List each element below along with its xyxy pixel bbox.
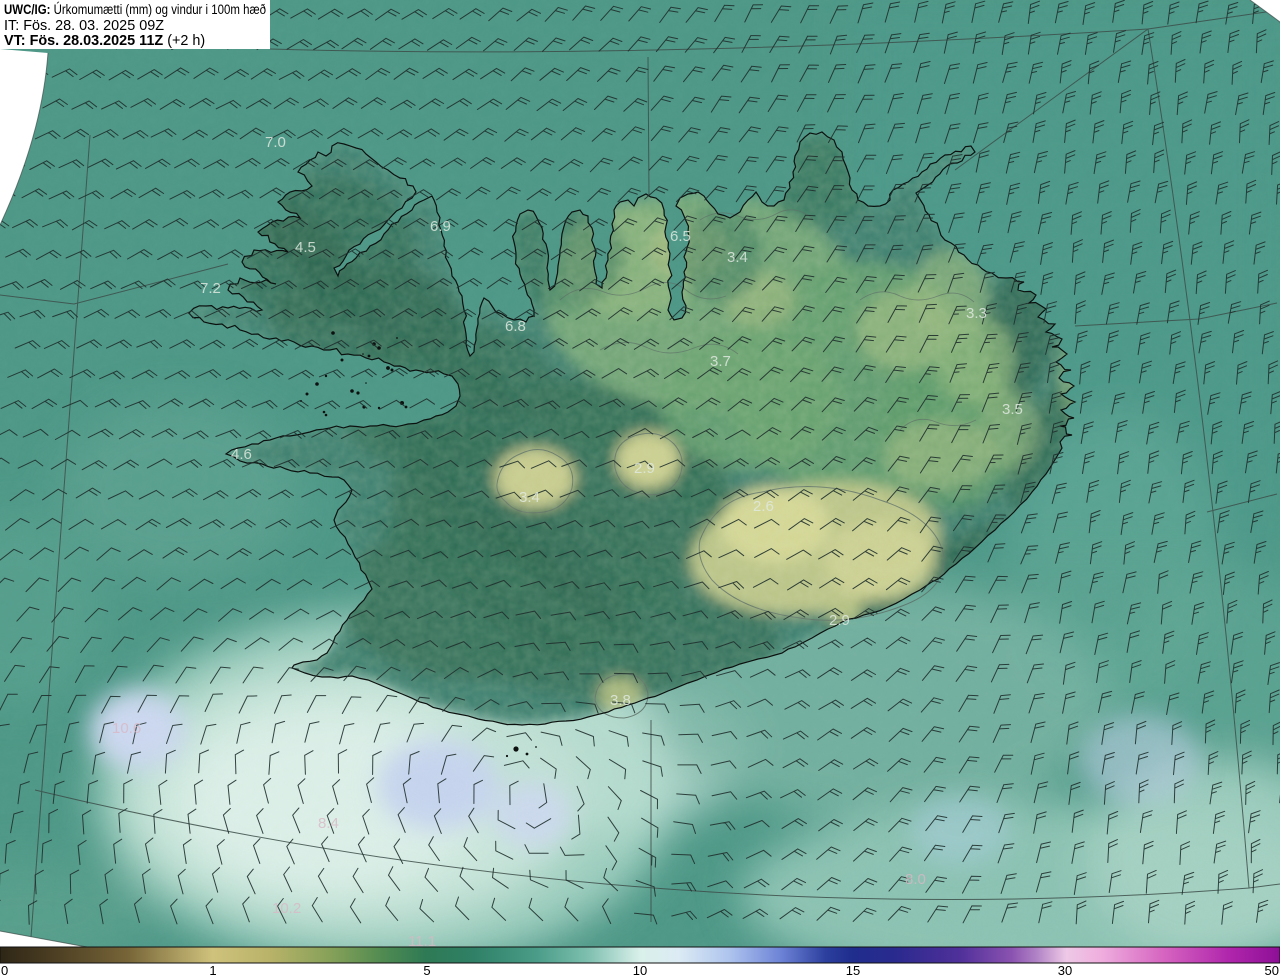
svg-text:2.9: 2.9: [634, 460, 655, 477]
svg-text:10.2: 10.2: [272, 900, 301, 917]
svg-text:3.5: 3.5: [1002, 401, 1023, 418]
svg-text:IT: Fös. 28. 03. 2025 09Z: IT: Fös. 28. 03. 2025 09Z: [4, 18, 164, 34]
svg-text:3.4: 3.4: [519, 489, 540, 506]
svg-text:8.4: 8.4: [318, 815, 339, 832]
svg-text:10.6: 10.6: [112, 720, 141, 737]
svg-text:3.3: 3.3: [966, 305, 987, 322]
svg-text:6.9: 6.9: [430, 218, 451, 235]
svg-text:7.2: 7.2: [200, 280, 221, 297]
svg-text:4.5: 4.5: [295, 239, 316, 256]
svg-text:3.4: 3.4: [727, 249, 748, 266]
svg-text:3.8: 3.8: [610, 692, 631, 709]
svg-text:VT: Fös. 28.03.2025 11Z (+2 h): VT: Fös. 28.03.2025 11Z (+2 h): [4, 33, 205, 49]
svg-text:5: 5: [423, 963, 430, 978]
svg-text:2.6: 2.6: [753, 498, 774, 515]
svg-text:3.7: 3.7: [710, 353, 731, 370]
svg-text:6.5: 6.5: [670, 228, 691, 245]
svg-text:0: 0: [1, 963, 8, 978]
svg-text:10: 10: [633, 963, 647, 978]
svg-text:30: 30: [1058, 963, 1072, 978]
svg-text:7.0: 7.0: [265, 134, 286, 151]
svg-text:4.6: 4.6: [231, 446, 252, 463]
svg-text:2.9: 2.9: [829, 612, 850, 629]
svg-text:1: 1: [209, 963, 216, 978]
svg-text:15: 15: [846, 963, 860, 978]
svg-text:6.8: 6.8: [505, 318, 526, 335]
svg-text:50: 50: [1265, 963, 1279, 978]
svg-text:UWC/IG: Úrkomumætti (mm) og vi: UWC/IG: Úrkomumætti (mm) og vindur i 100…: [4, 2, 266, 17]
svg-text:8.0: 8.0: [905, 871, 926, 888]
